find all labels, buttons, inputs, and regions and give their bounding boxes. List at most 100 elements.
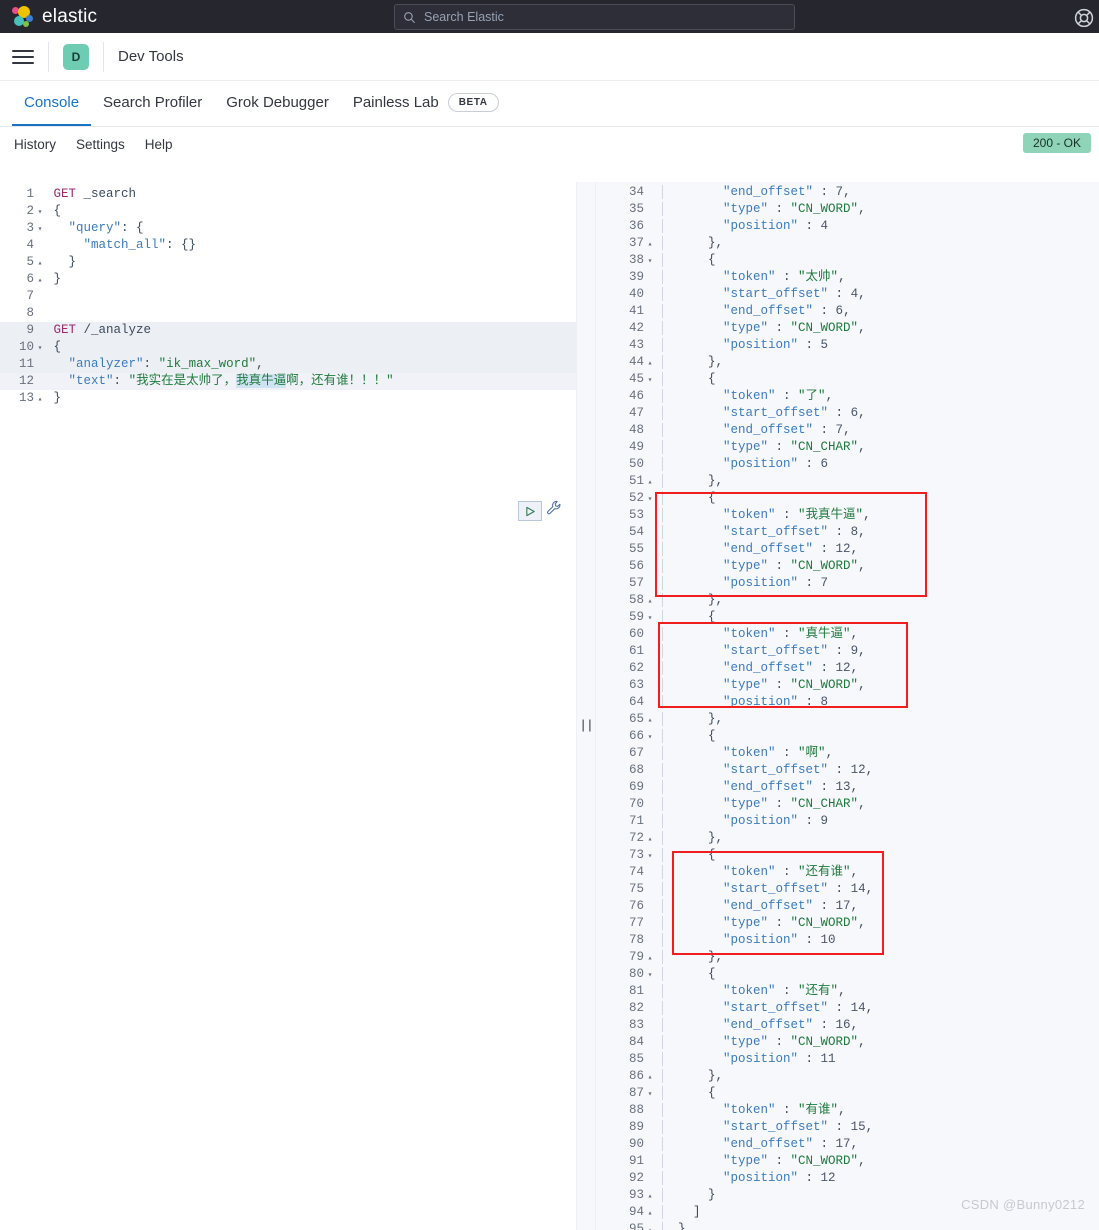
fold-toggle-icon[interactable]: ▴: [644, 1069, 656, 1086]
code-token: "analyzer": [68, 357, 144, 371]
fold-toggle-icon[interactable]: ▴: [644, 950, 656, 967]
fold-toggle-icon[interactable]: ▾: [644, 1086, 656, 1103]
code-token: "position": [723, 338, 799, 352]
code-line: 76 "end_offset" : 17,: [596, 898, 1099, 915]
indent-guides: [662, 661, 724, 675]
code-token: "token": [723, 389, 776, 403]
fold-toggle-icon[interactable]: ▾: [644, 253, 656, 270]
code-line: 36 "position" : 4: [596, 218, 1099, 235]
code-line: 85 "position" : 11: [596, 1051, 1099, 1068]
fold-toggle-icon[interactable]: ▾: [644, 372, 656, 389]
indent-guides: [662, 882, 724, 896]
indent-guides: [662, 899, 724, 913]
line-number: 72: [628, 831, 644, 845]
indent-guides: [662, 355, 709, 369]
code-token: "end_offset": [723, 423, 814, 437]
code-line: 44 ▴ },: [596, 354, 1099, 371]
indent-guides: [662, 593, 709, 607]
code-token: }: [708, 1188, 716, 1202]
line-number: 35: [628, 202, 644, 216]
toolbar-link-help[interactable]: Help: [145, 137, 173, 152]
fold-toggle-icon[interactable]: ▴: [644, 474, 656, 491]
indent-guides: [662, 423, 724, 437]
global-search-input[interactable]: Search Elastic: [394, 4, 795, 30]
fold-toggle-icon[interactable]: ▴: [644, 593, 656, 610]
app-badge[interactable]: D: [63, 43, 89, 70]
code-line: 66 ▾ {: [596, 728, 1099, 745]
code-line: 65 ▴ },: [596, 711, 1099, 728]
fold-toggle-icon[interactable]: ▴: [644, 355, 656, 372]
code-line: 46 "token" : "了",: [596, 388, 1099, 405]
code-line: 1 GET _search: [0, 186, 576, 203]
request-editor-code[interactable]: 1 GET _search 2 ▾ {3 ▾ "query": {4 "match_a…: [0, 182, 576, 407]
code-token: ,: [858, 1154, 866, 1168]
line-number: 46: [628, 389, 644, 403]
code-line: 80 ▾ {: [596, 966, 1099, 983]
code-token: /_analyze: [83, 323, 152, 337]
pane-splitter-handle[interactable]: ||: [576, 182, 596, 1230]
code-line: 7: [0, 288, 576, 305]
line-number: 49: [628, 440, 644, 454]
tab-grok-debugger[interactable]: Grok Debugger: [214, 81, 341, 126]
indent-guides: [662, 780, 724, 794]
play-request-icon[interactable]: [518, 501, 542, 521]
fold-toggle-icon[interactable]: ▾: [644, 610, 656, 627]
code-line: 83 "end_offset" : 16,: [596, 1017, 1099, 1034]
fold-toggle-icon[interactable]: ▴: [644, 1222, 656, 1230]
fold-toggle-icon[interactable]: ▴: [34, 391, 46, 408]
code-token: "start_offset": [723, 525, 829, 539]
fold-toggle-icon[interactable]: ▴: [34, 272, 46, 289]
toolbar-link-settings[interactable]: Settings: [76, 137, 125, 152]
code-token: :: [828, 1120, 851, 1134]
request-editor-pane[interactable]: 1 GET _search 2 ▾ {3 ▾ "query": {4 "match_a…: [0, 182, 576, 1230]
code-token: :: [775, 627, 799, 641]
fold-toggle-icon[interactable]: ▾: [34, 221, 46, 238]
fold-toggle-icon[interactable]: ▴: [644, 831, 656, 848]
fold-toggle-icon[interactable]: ▾: [34, 340, 46, 357]
line-number: 68: [628, 763, 644, 777]
fold-toggle-icon[interactable]: ▾: [644, 967, 656, 984]
code-token: 8: [820, 695, 829, 709]
line-number: 89: [628, 1120, 644, 1134]
code-token: :: [828, 882, 851, 896]
code-token: "start_offset": [723, 763, 829, 777]
fold-toggle-icon[interactable]: ▴: [34, 255, 46, 272]
help-life-ring-icon[interactable]: [1073, 7, 1099, 27]
tab-painless-lab[interactable]: Painless Lab BETA: [341, 81, 511, 126]
indent-guides: [662, 1154, 724, 1168]
indent-guides: [662, 338, 724, 352]
code-line: 59 ▾ {: [596, 609, 1099, 626]
code-token: "type": [723, 916, 769, 930]
response-viewer-pane[interactable]: 34 "end_offset" : 7, 35 "type" : "CN_WORD…: [596, 182, 1099, 1230]
fold-toggle-icon[interactable]: ▴: [644, 1188, 656, 1205]
header-divider-1: [48, 41, 49, 72]
code-token: "CN_WORD": [790, 202, 859, 216]
fold-toggle-icon[interactable]: ▾: [34, 204, 46, 221]
fold-toggle-icon[interactable]: ▴: [644, 236, 656, 253]
code-token: "type": [723, 440, 769, 454]
fold-toggle-icon[interactable]: ▾: [644, 491, 656, 508]
fold-toggle-icon[interactable]: ▾: [644, 848, 656, 865]
hamburger-menu-icon[interactable]: [12, 49, 34, 64]
code-token: ]: [693, 1205, 701, 1219]
tab-search-profiler[interactable]: Search Profiler: [91, 81, 214, 126]
code-token: 10: [820, 933, 836, 947]
code-token: "query": [68, 221, 122, 235]
fold-toggle-icon[interactable]: ▾: [644, 729, 656, 746]
tab-console[interactable]: Console: [12, 81, 92, 126]
indent-guides: [662, 406, 724, 420]
wrench-icon[interactable]: [546, 500, 563, 522]
code-token: "太帅": [798, 270, 839, 284]
indent-guides: [662, 1188, 709, 1202]
fold-toggle-icon[interactable]: ▴: [644, 1205, 656, 1222]
code-token: 6: [850, 406, 859, 420]
toolbar-link-history[interactable]: History: [14, 137, 56, 152]
code-token: "position": [723, 576, 799, 590]
code-token: :: [775, 865, 799, 879]
code-token: GET: [53, 187, 84, 201]
line-number: 65: [628, 712, 644, 726]
code-token: "start_offset": [723, 1001, 829, 1015]
code-line: 92 "position" : 12: [596, 1170, 1099, 1187]
fold-toggle-icon[interactable]: ▴: [644, 712, 656, 729]
